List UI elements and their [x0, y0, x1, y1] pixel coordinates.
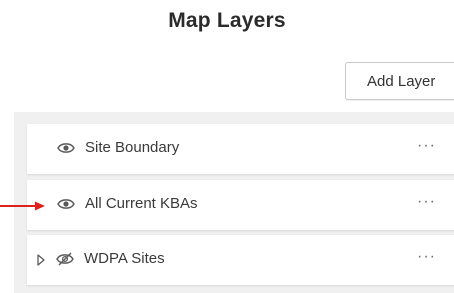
layer-label: WDPA Sites: [84, 250, 165, 267]
eye-slash-icon[interactable]: [56, 252, 74, 266]
layer-row-all-current-kbas[interactable]: All Current KBAs ···: [27, 180, 454, 230]
layer-row-wdpa-sites[interactable]: WDPA Sites ···: [27, 235, 454, 285]
arrow-right-icon: [0, 201, 45, 211]
more-options-icon[interactable]: ···: [417, 248, 436, 266]
caret-right-icon[interactable]: [36, 253, 46, 267]
layer-label: Site Boundary: [85, 139, 180, 156]
eye-icon[interactable]: [57, 197, 75, 211]
layer-row-site-boundary[interactable]: Site Boundary ···: [27, 124, 454, 174]
layer-label: All Current KBAs: [85, 195, 198, 212]
eye-icon[interactable]: [57, 141, 75, 155]
add-layer-button[interactable]: Add Layer: [345, 62, 454, 100]
page-title: Map Layers: [168, 9, 286, 32]
more-options-icon[interactable]: ···: [417, 137, 436, 155]
more-options-icon[interactable]: ···: [417, 193, 436, 211]
